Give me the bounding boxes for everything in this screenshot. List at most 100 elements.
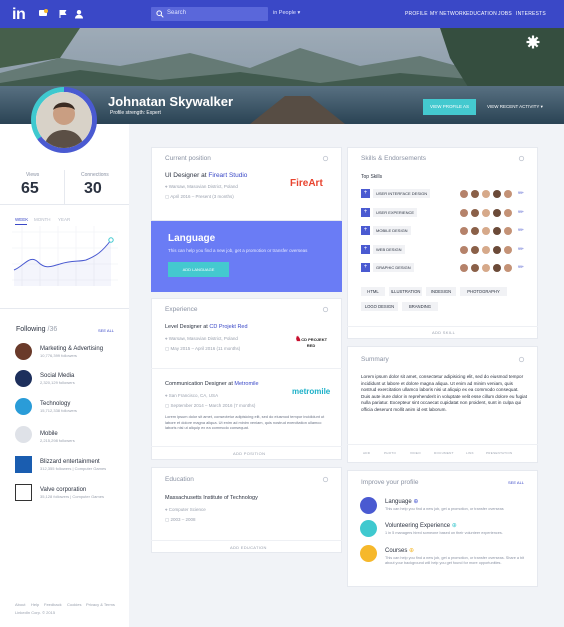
plus-icon[interactable]: + bbox=[361, 263, 370, 272]
endorser-avatar[interactable] bbox=[460, 208, 468, 217]
improve-item-title[interactable]: Language ⊕ bbox=[385, 498, 418, 505]
skill-tag[interactable]: BRANDING bbox=[402, 302, 438, 311]
endorser-avatar[interactable] bbox=[460, 245, 468, 254]
endorser-avatar[interactable] bbox=[482, 226, 490, 235]
add-document-link[interactable]: DOCUMENT bbox=[434, 451, 454, 455]
add-link-link[interactable]: LINK bbox=[466, 451, 474, 455]
endorser-avatar[interactable] bbox=[460, 189, 468, 198]
endorsement-count-badge[interactable]: 99+ bbox=[518, 265, 524, 269]
add-position-link[interactable]: ADD POSITION bbox=[233, 451, 265, 456]
plus-icon[interactable]: + bbox=[361, 226, 370, 235]
endorser-avatar[interactable] bbox=[493, 189, 501, 198]
list-item-followers: 2,215,298 followers bbox=[40, 438, 75, 443]
endorser-avatar[interactable] bbox=[493, 226, 501, 235]
skill-tag[interactable]: LOGO DESIGN bbox=[361, 302, 398, 311]
endorser-avatar[interactable] bbox=[493, 208, 501, 217]
experience-card bbox=[151, 298, 342, 460]
endorser-avatar[interactable] bbox=[471, 208, 479, 217]
endorser-avatar[interactable] bbox=[482, 263, 490, 272]
skill-tag[interactable]: ILLUSTRATION bbox=[389, 287, 422, 296]
nav-profile[interactable]: PROFILE bbox=[405, 11, 428, 17]
plus-icon[interactable]: + bbox=[361, 208, 370, 217]
view-recent-activity-button[interactable]: VIEW RECENT ACTIVITY ▾ bbox=[487, 104, 543, 110]
endorser-avatar[interactable] bbox=[493, 263, 501, 272]
connections-label: Connections bbox=[81, 172, 109, 178]
improve-item-title[interactable]: Courses ⊕ bbox=[385, 547, 414, 554]
plus-icon[interactable]: + bbox=[361, 189, 370, 198]
improve-item-title[interactable]: Volunteering Experience ⊕ bbox=[385, 522, 457, 529]
endorser-avatar[interactable] bbox=[482, 189, 490, 198]
card-title: Experience bbox=[165, 306, 198, 313]
endorser-avatar[interactable] bbox=[504, 245, 512, 254]
endorser-avatar[interactable] bbox=[460, 226, 468, 235]
top-bar: in Search in People ▾ PROFILE MY NETWORK… bbox=[0, 0, 564, 28]
skill-tag[interactable]: HTML bbox=[361, 287, 385, 296]
endorser-avatar[interactable] bbox=[471, 245, 479, 254]
add-language-button[interactable]: ADD LANGUAGE bbox=[168, 262, 229, 277]
nav-jobs[interactable]: JOBS bbox=[498, 11, 512, 17]
improve-see-all-link[interactable]: SEE ALL bbox=[508, 480, 524, 485]
footer-link-help[interactable]: Help bbox=[31, 602, 39, 607]
endorser-avatar[interactable] bbox=[482, 245, 490, 254]
endorsement-count-badge[interactable]: 99+ bbox=[518, 210, 524, 214]
gear-icon[interactable] bbox=[322, 476, 329, 483]
views-label: Views bbox=[26, 172, 40, 178]
messages-icon[interactable] bbox=[38, 9, 48, 19]
search-input[interactable]: Search bbox=[151, 7, 268, 21]
search-filter-dropdown[interactable]: in People ▾ bbox=[273, 10, 300, 16]
footer-link-feedback[interactable]: Feedback bbox=[44, 602, 62, 607]
gear-icon[interactable] bbox=[322, 155, 329, 162]
nav-education[interactable]: EDUCATION bbox=[466, 11, 497, 17]
endorsement-count-badge[interactable]: 99+ bbox=[518, 228, 524, 232]
endorser-avatar[interactable] bbox=[471, 189, 479, 198]
add-skill-link[interactable]: ADD SKILL bbox=[432, 330, 455, 335]
avatar[interactable] bbox=[36, 92, 92, 148]
footer-link-privacy[interactable]: Privacy & Terms bbox=[86, 602, 115, 607]
endorsement-count-badge[interactable]: 99+ bbox=[518, 247, 524, 251]
skill-tag[interactable]: INDESIGN bbox=[426, 287, 456, 296]
improve-item-text: This can help you find a new job, get a … bbox=[385, 556, 525, 566]
views-line-chart bbox=[12, 226, 118, 286]
settings-gear-icon[interactable] bbox=[526, 35, 540, 49]
add-photo-link[interactable]: PHOTO bbox=[384, 451, 396, 455]
endorser-avatar[interactable] bbox=[482, 208, 490, 217]
plus-icon[interactable]: + bbox=[361, 245, 370, 254]
add-video-link[interactable]: VIDEO bbox=[410, 451, 421, 455]
profile-photo bbox=[36, 92, 92, 148]
gear-icon[interactable] bbox=[518, 356, 525, 363]
endorser-avatar[interactable] bbox=[493, 245, 501, 254]
endorser-avatar[interactable] bbox=[471, 226, 479, 235]
connections-count: 30 bbox=[84, 180, 102, 197]
tab-year[interactable]: YEAR bbox=[58, 217, 70, 222]
add-media-link[interactable]: ADD bbox=[363, 451, 370, 455]
nav-interests[interactable]: INTERESTS bbox=[516, 11, 546, 17]
gear-icon[interactable] bbox=[518, 155, 525, 162]
endorser-avatar[interactable] bbox=[504, 226, 512, 235]
nav-my-network[interactable]: MY NETWORK bbox=[430, 11, 466, 17]
search-icon bbox=[156, 10, 164, 18]
endorser-avatar[interactable] bbox=[504, 208, 512, 217]
user-icon[interactable] bbox=[74, 9, 84, 19]
endorser-avatar[interactable] bbox=[460, 263, 468, 272]
experience-dates: ▢ May 2015 – April 2016 (11 months) bbox=[165, 346, 241, 351]
following-see-all-link[interactable]: SEE ALL bbox=[98, 328, 114, 333]
tab-week[interactable]: WEEK bbox=[15, 217, 28, 222]
add-presentation-link[interactable]: PRESENTATION bbox=[486, 451, 513, 455]
improve-item-text: This can help you find a new job, get a … bbox=[385, 507, 504, 511]
gear-icon[interactable] bbox=[322, 306, 329, 313]
tab-month[interactable]: MONTH bbox=[34, 217, 51, 222]
endorser-avatar[interactable] bbox=[504, 189, 512, 198]
company-logo bbox=[15, 398, 32, 415]
endorser-avatar[interactable] bbox=[504, 263, 512, 272]
skill-tag[interactable]: PHOTOGRAPHY bbox=[460, 287, 507, 296]
add-education-link[interactable]: ADD EDUCATION bbox=[230, 545, 267, 550]
endorsement-count-badge[interactable]: 99+ bbox=[518, 191, 524, 195]
endorser-avatar[interactable] bbox=[471, 263, 479, 272]
footer-link-about[interactable]: About bbox=[15, 602, 25, 607]
flag-icon[interactable] bbox=[58, 9, 68, 19]
linkedin-logo[interactable]: in bbox=[12, 6, 26, 24]
views-count: 65 bbox=[21, 180, 39, 197]
footer-link-cookies[interactable]: Cookies bbox=[67, 602, 81, 607]
view-profile-as-button[interactable]: VIEW PROFILE AS bbox=[423, 99, 476, 115]
experience-role: Communication Designer at Metromile bbox=[165, 381, 259, 387]
